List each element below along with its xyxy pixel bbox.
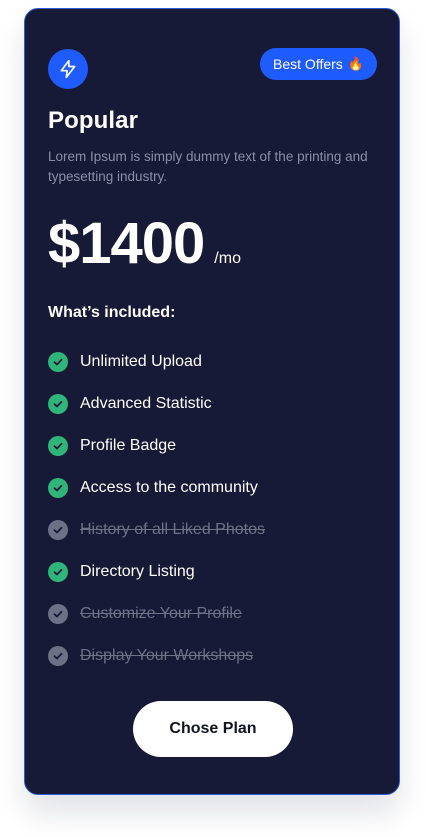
feature-item: Access to the community [48, 467, 265, 509]
plan-title: Popular [48, 107, 139, 134]
check-circle-icon [48, 604, 68, 624]
feature-label: Directory Listing [80, 563, 195, 580]
check-circle-icon [48, 436, 68, 456]
plan-description: Lorem Ipsum is simply dummy text of the … [48, 149, 368, 184]
check-circle-icon [48, 352, 68, 372]
included-heading: What’s included: [48, 304, 176, 321]
feature-item: Unlimited Upload [48, 341, 265, 383]
feature-label: Display Your Workshops [80, 647, 254, 664]
feature-label: Access to the community [80, 479, 258, 496]
check-circle-icon [48, 646, 68, 666]
feature-label: Customize Your Profile [80, 605, 242, 622]
badge-label: Best Offers [273, 56, 343, 72]
feature-item: Advanced Statistic [48, 383, 265, 425]
check-circle-icon [48, 562, 68, 582]
pricing-card: Best Offers 🔥 Popular Lorem Ipsum is sim… [24, 8, 400, 795]
feature-label: Profile Badge [80, 437, 177, 454]
feature-item: Display Your Workshops [48, 635, 265, 677]
check-circle-icon [48, 478, 68, 498]
feature-item: Profile Badge [48, 425, 265, 467]
lightning-bolt-icon [48, 49, 88, 89]
price-amount: $1400 [48, 211, 205, 276]
feature-label: Advanced Statistic [80, 395, 212, 412]
feature-item: Customize Your Profile [48, 593, 265, 635]
feature-label: History of all Liked Photos [80, 521, 265, 538]
feature-item: History of all Liked Photos [48, 509, 265, 551]
price-row: $1400 /mo [48, 209, 241, 279]
choose-plan-button[interactable]: Chose Plan [133, 701, 293, 757]
best-offers-badge: Best Offers 🔥 [260, 48, 377, 80]
check-circle-icon [48, 394, 68, 414]
price-period: /mo [214, 250, 241, 267]
feature-list: Unlimited Upload Advanced Statistic Prof… [48, 341, 265, 677]
fire-icon: 🔥 [347, 56, 364, 71]
feature-label: Unlimited Upload [80, 353, 202, 370]
feature-item: Directory Listing [48, 551, 265, 593]
check-circle-icon [48, 520, 68, 540]
